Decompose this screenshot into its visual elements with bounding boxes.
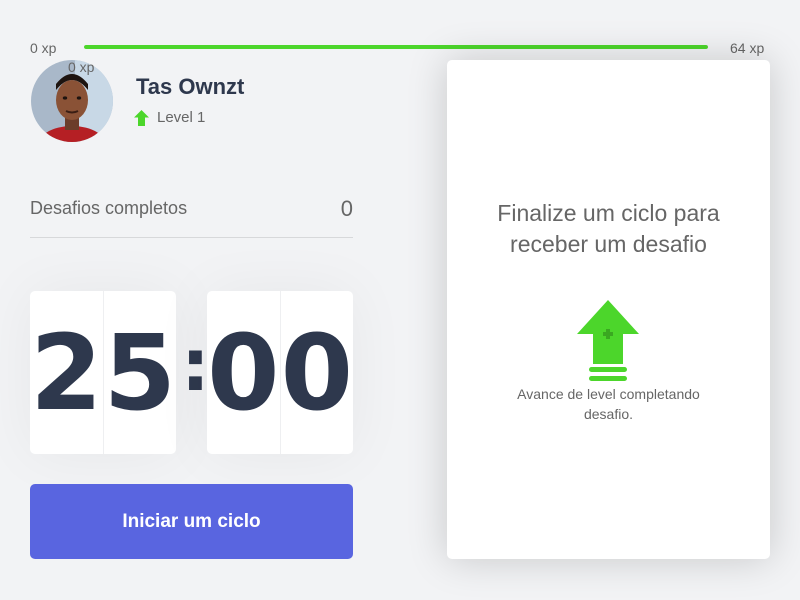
minute-digit-left: 2 (30, 311, 103, 434)
level-up-arrow-icon (577, 300, 639, 381)
xp-current-label: 0 xp (68, 59, 95, 75)
xp-max-label: 64 xp (730, 40, 765, 56)
minute-digit-right: 5 (102, 291, 177, 454)
moveit-page: 0 xp 64 xp 0 xp Tas Ownzt Level 1 Desafi… (0, 0, 800, 600)
challenge-box-hint: Avance de level completando desafio. (517, 386, 700, 422)
completed-challenges-count: 0 (340, 196, 353, 221)
second-digit-right: 0 (279, 291, 354, 454)
second-digit-left: 0 (207, 311, 280, 434)
countdown-minutes: 2 5 (30, 291, 176, 454)
profile-name: Tas Ownzt (136, 74, 245, 99)
profile-level-label: Level 1 (157, 109, 206, 126)
level-up-arrow-icon (134, 109, 149, 126)
experience-bar (84, 45, 708, 49)
countdown-separator: : (181, 323, 210, 407)
completed-challenges-label: Desafios completos (30, 198, 188, 218)
profile-level: Level 1 (134, 109, 205, 126)
start-cycle-button[interactable]: Iniciar um ciclo (30, 484, 353, 559)
challenge-box: Finalize um ciclo para receber um desafi… (447, 60, 770, 559)
experience-bar-fill (84, 45, 708, 49)
countdown: 2 5 : 0 0 (30, 291, 353, 454)
countdown-seconds: 0 0 (207, 291, 353, 454)
xp-min-label: 0 xp (30, 40, 57, 56)
challenge-box-title: Finalize um ciclo para receber um desafi… (497, 200, 720, 257)
completed-challenges: Desafios completos 0 (30, 196, 353, 238)
